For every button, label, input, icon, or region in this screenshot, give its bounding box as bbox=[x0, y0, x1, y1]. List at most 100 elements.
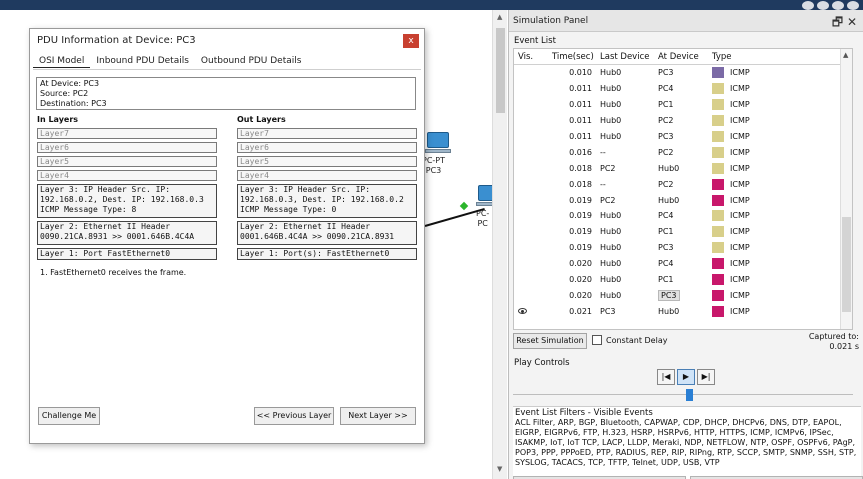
previous-layer-button[interactable]: << Previous Layer bbox=[254, 407, 334, 425]
event-type-text: ICMP bbox=[730, 163, 750, 173]
col-type[interactable]: Type bbox=[712, 52, 792, 62]
speed-slider-track[interactable] bbox=[513, 394, 853, 395]
event-row[interactable]: 0.020 Hub0 PC3 ICMP bbox=[514, 287, 852, 303]
event-type[interactable]: ICMP bbox=[712, 242, 792, 254]
play-controls: |◀ ▶ ▶| bbox=[657, 369, 715, 385]
constant-delay-checkbox[interactable] bbox=[592, 335, 602, 345]
event-type[interactable]: ICMP bbox=[712, 305, 792, 317]
tab-osi-model[interactable]: OSI Model bbox=[33, 55, 91, 68]
scrollbar-thumb[interactable] bbox=[496, 28, 505, 113]
event-type[interactable]: ICMP bbox=[712, 226, 792, 238]
top-icon[interactable] bbox=[802, 0, 814, 10]
event-type[interactable]: ICMP bbox=[712, 115, 792, 127]
col-last-device[interactable]: Last Device bbox=[600, 52, 658, 62]
out-layer-7[interactable]: Layer7 bbox=[237, 128, 417, 139]
event-type[interactable]: ICMP bbox=[712, 67, 792, 79]
event-row[interactable]: 0.018 PC2 Hub0 ICMP bbox=[514, 160, 852, 176]
event-color-swatch bbox=[712, 99, 724, 111]
event-row[interactable]: 0.019 Hub0 PC1 ICMP bbox=[514, 224, 852, 240]
eye-icon bbox=[518, 307, 527, 314]
event-row[interactable]: 0.010 Hub0 PC3 ICMP bbox=[514, 65, 852, 81]
event-row[interactable]: 0.016 -- PC2 ICMP bbox=[514, 144, 852, 160]
event-type[interactable]: ICMP bbox=[712, 146, 792, 158]
workspace-scrollbar[interactable]: ▲ ▼ bbox=[492, 10, 507, 479]
tab-inbound-pdu[interactable]: Inbound PDU Details bbox=[90, 55, 195, 68]
tab-outbound-pdu[interactable]: Outbound PDU Details bbox=[195, 55, 308, 68]
event-type[interactable]: ICMP bbox=[712, 210, 792, 222]
play-controls-label: Play Controls bbox=[514, 358, 570, 368]
event-type[interactable]: ICMP bbox=[712, 178, 792, 190]
col-time[interactable]: Time(sec) bbox=[552, 52, 600, 62]
event-type[interactable]: ICMP bbox=[712, 274, 792, 286]
event-row[interactable]: 0.011 Hub0 PC1 ICMP bbox=[514, 97, 852, 113]
event-last-device: Hub0 bbox=[600, 243, 622, 253]
out-layer-6[interactable]: Layer6 bbox=[237, 142, 417, 153]
event-row[interactable]: 0.011 Hub0 PC2 ICMP bbox=[514, 113, 852, 129]
event-type[interactable]: ICMP bbox=[712, 258, 792, 270]
event-vis[interactable] bbox=[514, 307, 552, 316]
event-at-device-text: PC1 bbox=[658, 275, 674, 285]
event-row[interactable]: 0.011 Hub0 PC3 ICMP bbox=[514, 129, 852, 145]
event-row[interactable]: 0.019 Hub0 PC3 ICMP bbox=[514, 240, 852, 256]
event-row[interactable]: 0.020 Hub0 PC4 ICMP bbox=[514, 256, 852, 272]
restore-icon[interactable]: 🗗 bbox=[832, 15, 843, 29]
out-layer-2[interactable]: Layer 2: Ethernet II Header 0001.646B.4C… bbox=[237, 221, 417, 245]
event-row[interactable]: 0.020 Hub0 PC1 ICMP bbox=[514, 272, 852, 288]
col-at-device[interactable]: At Device bbox=[658, 52, 712, 62]
event-row[interactable]: 0.018 -- PC2 ICMP bbox=[514, 176, 852, 192]
top-icon[interactable] bbox=[847, 0, 859, 10]
in-layer-3[interactable]: Layer 3: IP Header Src. IP: 192.168.0.2,… bbox=[37, 184, 217, 218]
event-time: 0.018 bbox=[569, 163, 592, 173]
captured-info: Captured to: 0.021 s bbox=[809, 332, 859, 352]
col-vis[interactable]: Vis. bbox=[514, 52, 552, 62]
next-layer-button[interactable]: Next Layer >> bbox=[340, 407, 416, 425]
event-at-device: PC3 bbox=[658, 289, 712, 301]
scroll-up-icon[interactable]: ▲ bbox=[843, 51, 848, 59]
play-icon[interactable]: ▶ bbox=[677, 369, 695, 385]
back-step-icon[interactable]: |◀ bbox=[657, 369, 675, 385]
speed-slider-thumb[interactable] bbox=[686, 389, 693, 401]
reset-simulation-button[interactable]: Reset Simulation bbox=[513, 333, 587, 349]
event-list-scrollbar[interactable]: ▲ bbox=[840, 49, 852, 329]
event-color-swatch bbox=[712, 115, 724, 127]
top-icon[interactable] bbox=[817, 0, 829, 10]
close-icon[interactable]: ✕ bbox=[847, 15, 857, 29]
event-type[interactable]: ICMP bbox=[712, 162, 792, 174]
challenge-me-button[interactable]: Challenge Me bbox=[38, 407, 100, 425]
event-at-device: PC4 bbox=[658, 259, 712, 268]
event-type[interactable]: ICMP bbox=[712, 289, 792, 301]
event-row[interactable]: 0.019 Hub0 PC4 ICMP bbox=[514, 208, 852, 224]
event-type[interactable]: ICMP bbox=[712, 194, 792, 206]
in-layer-2[interactable]: Layer 2: Ethernet II Header 0090.21CA.89… bbox=[37, 221, 217, 245]
constant-delay-option: Constant Delay bbox=[592, 335, 667, 345]
event-row[interactable]: 0.011 Hub0 PC4 ICMP bbox=[514, 81, 852, 97]
event-type-text: ICMP bbox=[730, 259, 750, 269]
event-last-device: Hub0 bbox=[600, 259, 622, 269]
event-type[interactable]: ICMP bbox=[712, 99, 792, 111]
in-layer-6[interactable]: Layer6 bbox=[37, 142, 217, 153]
in-layer-7[interactable]: Layer7 bbox=[37, 128, 217, 139]
top-icon[interactable] bbox=[832, 0, 844, 10]
scroll-down-icon[interactable]: ▼ bbox=[497, 465, 502, 473]
out-layer-5[interactable]: Layer5 bbox=[237, 156, 417, 167]
event-color-swatch bbox=[712, 131, 724, 142]
event-row[interactable]: 0.021 PC3 Hub0 ICMP bbox=[514, 303, 852, 319]
pdu-tabs: OSI Model Inbound PDU Details Outbound P… bbox=[33, 55, 307, 68]
scroll-up-icon[interactable]: ▲ bbox=[497, 13, 502, 21]
forward-step-icon[interactable]: ▶| bbox=[697, 369, 715, 385]
event-type[interactable]: ICMP bbox=[712, 83, 792, 95]
out-layer-4[interactable]: Layer4 bbox=[237, 170, 417, 181]
pc3-device[interactable] bbox=[425, 132, 451, 153]
captured-value: 0.021 s bbox=[829, 342, 859, 351]
out-layer-1[interactable]: Layer 1: Port(s): FastEthernet0 bbox=[237, 248, 417, 260]
close-button[interactable]: x bbox=[403, 34, 419, 48]
out-layer-3[interactable]: Layer 3: IP Header Src. IP: 192.168.0.3,… bbox=[237, 184, 417, 218]
event-color-swatch bbox=[712, 210, 724, 222]
event-at-device-text: PC4 bbox=[658, 211, 674, 221]
scrollbar-thumb[interactable] bbox=[842, 217, 851, 312]
in-layer-4[interactable]: Layer4 bbox=[37, 170, 217, 181]
in-layer-5[interactable]: Layer5 bbox=[37, 156, 217, 167]
event-type[interactable]: ICMP bbox=[712, 131, 792, 142]
event-row[interactable]: 0.019 PC2 Hub0 ICMP bbox=[514, 192, 852, 208]
in-layer-1[interactable]: Layer 1: Port FastEthernet0 bbox=[37, 248, 217, 260]
